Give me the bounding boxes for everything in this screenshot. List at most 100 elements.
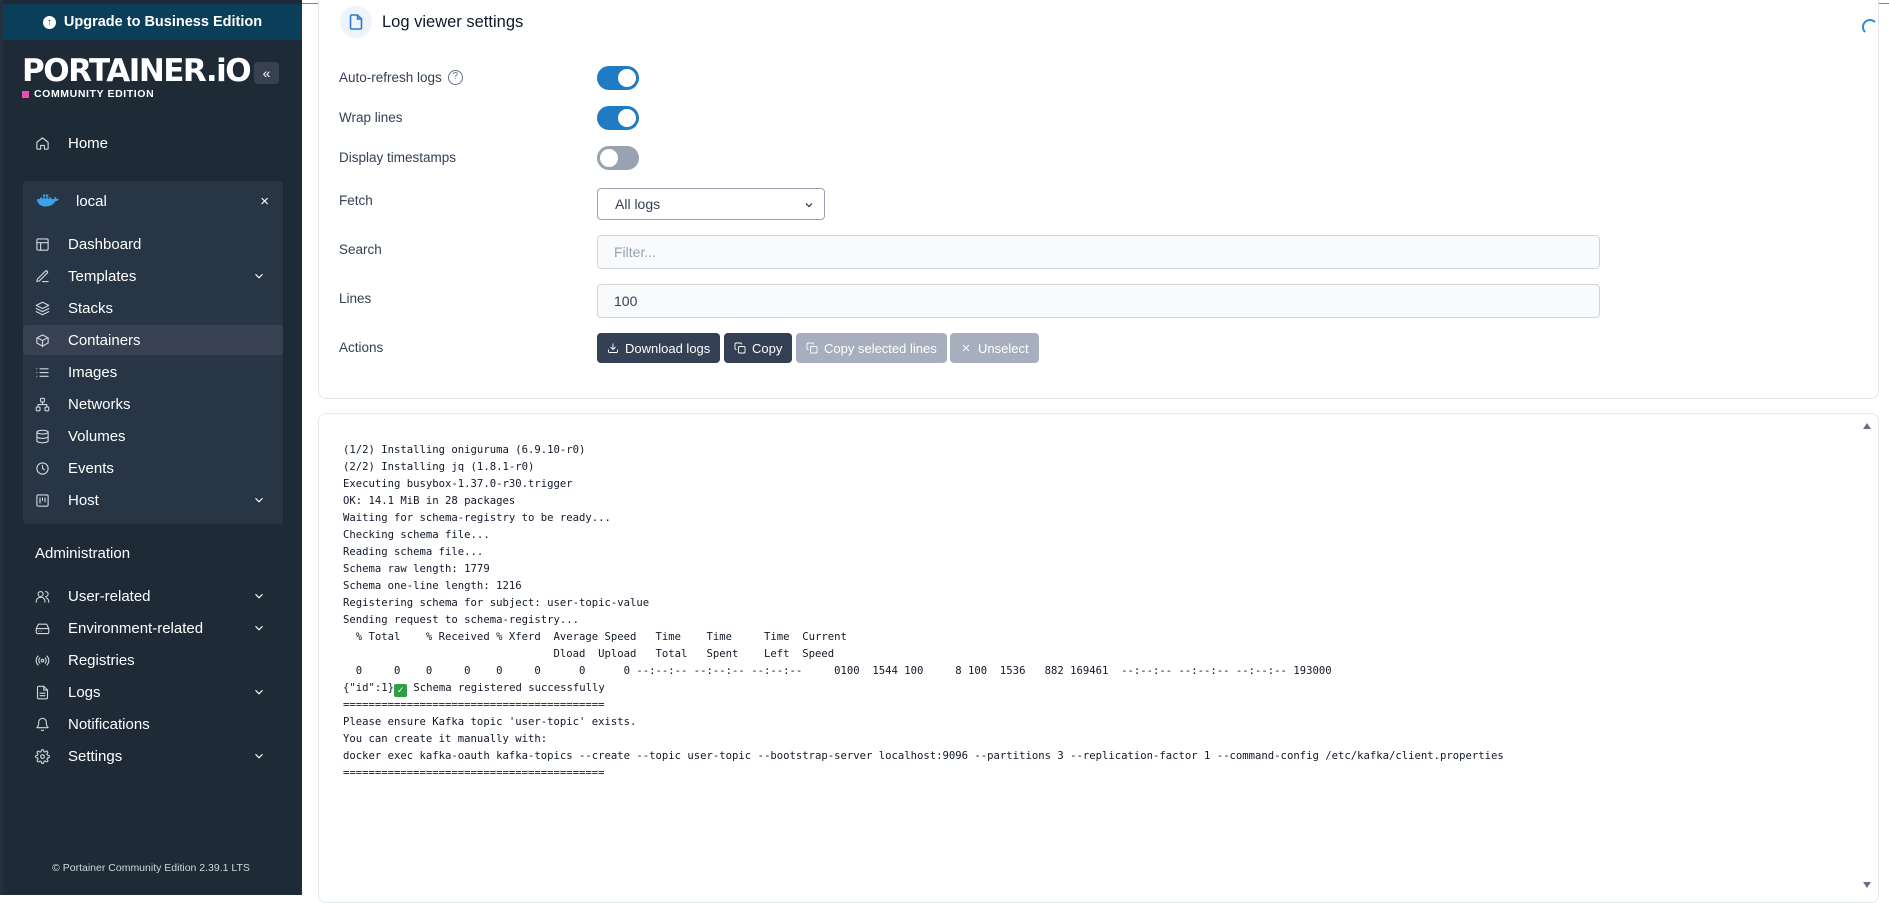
copy-selected-lines-button[interactable]: Copy selected lines (796, 333, 947, 363)
log-line[interactable]: Please ensure Kafka topic 'user-topic' e… (343, 714, 1504, 731)
sidebar-item-dashboard[interactable]: Dashboard (23, 229, 283, 259)
wrap-lines-toggle[interactable] (597, 106, 639, 130)
copy-icon (734, 342, 746, 354)
file-text-icon (33, 683, 51, 701)
upgrade-label: Upgrade to Business Edition (63, 14, 263, 30)
display-timestamps-label: Display timestamps (339, 150, 457, 165)
file-icon (340, 6, 372, 38)
log-line[interactable]: Waiting for schema-registry to be ready.… (343, 510, 1504, 527)
portainer-logo[interactable]: PORTAINER.iO COMMUNITY EDITION (22, 53, 252, 100)
gear-icon (33, 747, 51, 765)
log-line[interactable]: % Total % Received % Xferd Average Speed… (343, 629, 1504, 646)
log-lines: (1/2) Installing oniguruma (6.9.10-r0) (… (343, 442, 1504, 782)
sidebar-item-label: Host (68, 491, 99, 509)
log-line[interactable]: ========================================… (343, 765, 1504, 782)
log-line[interactable]: 0 0 0 0 0 0 0 0 --:--:-- --:--:-- --:--:… (343, 663, 1504, 680)
log-line[interactable]: Dload Upload Total Spent Left Speed (343, 646, 1504, 663)
log-line[interactable]: Schema one-line length: 1216 (343, 578, 1504, 595)
sidebar-item-notifications[interactable]: Notifications (23, 709, 283, 739)
log-line[interactable]: (2/2) Installing jq (1.8.1-r0) (343, 459, 1504, 476)
log-line[interactable]: You can create it manually with: (343, 731, 1504, 748)
log-line[interactable]: OK: 14.1 MiB in 28 packages (343, 493, 1504, 510)
users-icon (33, 587, 51, 605)
log-line[interactable]: Sending request to schema-registry... (343, 612, 1504, 629)
log-line[interactable]: Registering schema for subject: user-top… (343, 595, 1504, 612)
sidebar-item-label: Volumes (68, 427, 126, 445)
copy-button[interactable]: Copy (724, 333, 793, 363)
success-text: Schema registered successfully (407, 682, 605, 694)
button-label: Copy selected lines (824, 340, 937, 356)
sidebar-item-events[interactable]: Events (23, 453, 283, 483)
chevron-down-icon (803, 198, 815, 214)
fetch-select[interactable]: All logs (597, 188, 825, 220)
auto-refresh-label-text: Auto-refresh logs (339, 70, 442, 85)
auto-refresh-toggle[interactable] (597, 66, 639, 90)
log-line[interactable]: Executing busybox-1.37.0-r30.trigger (343, 476, 1504, 493)
sidebar-item-label: Logs (68, 683, 101, 701)
log-line-success[interactable]: {"id":1} ✓ Schema registered successfully (343, 680, 1504, 697)
fetch-selected-value: All logs (615, 196, 661, 212)
sidebar-item-logs[interactable]: Logs (23, 677, 283, 707)
arrow-up-circle-icon: ↑ (42, 15, 56, 29)
sidebar-item-containers[interactable]: Containers (23, 325, 283, 355)
button-label: Unselect (978, 340, 1029, 356)
log-line[interactable]: Reading schema file... (343, 544, 1504, 561)
sidebar-item-networks[interactable]: Networks (23, 389, 283, 419)
sidebar-item-label: Registries (68, 651, 135, 669)
search-input[interactable]: Filter... (597, 235, 1600, 269)
lines-input[interactable]: 100 (597, 284, 1600, 318)
edit-icon (33, 267, 51, 285)
upgrade-button[interactable]: ↑ Upgrade to Business Edition (3, 4, 302, 40)
database-icon (33, 427, 51, 445)
log-line[interactable]: Checking schema file... (343, 527, 1504, 544)
chevron-down-icon[interactable] (252, 749, 266, 767)
close-icon (962, 344, 970, 352)
sidebar-item-host[interactable]: Host (23, 485, 283, 515)
log-line[interactable]: ========================================… (343, 697, 1504, 714)
hard-drive-icon (33, 619, 51, 637)
chevron-down-icon[interactable] (252, 621, 266, 639)
sidebar-item-registries[interactable]: Registries (23, 645, 283, 675)
sidebar-item-label: Networks (68, 395, 131, 413)
help-icon[interactable]: ? (447, 70, 463, 85)
home-icon (33, 134, 51, 152)
unselect-button[interactable]: Unselect (950, 333, 1039, 363)
sidebar-item-user-related[interactable]: User-related (23, 581, 283, 611)
sidebar-item-home[interactable]: Home (23, 128, 283, 158)
scroll-up-arrow-icon[interactable] (1863, 423, 1871, 429)
sidebar-item-label: Stacks (68, 299, 114, 317)
brand-wordmark: PORTAINER.iO (22, 53, 252, 89)
log-line[interactable]: (1/2) Installing oniguruma (6.9.10-r0) (343, 442, 1504, 459)
download-logs-button[interactable]: Download logs (597, 333, 721, 363)
scroll-down-arrow-icon[interactable] (1863, 882, 1871, 888)
sidebar-item-stacks[interactable]: Stacks (23, 293, 283, 323)
card-title-text: Log viewer settings (382, 12, 524, 31)
chevron-down-icon[interactable] (252, 269, 266, 287)
sidebar-item-label: Environment-related (68, 619, 204, 637)
radio-icon (33, 651, 51, 669)
chevron-down-icon[interactable] (252, 685, 266, 703)
chevron-down-icon[interactable] (252, 589, 266, 607)
download-icon (608, 343, 618, 353)
display-timestamps-toggle[interactable] (597, 146, 639, 170)
collapse-sidebar-button[interactable]: « (254, 62, 279, 84)
sidebar-item-templates[interactable]: Templates (23, 261, 283, 291)
wrap-lines-label: Wrap lines (339, 110, 403, 125)
sidebar-item-settings[interactable]: Settings (23, 741, 283, 771)
chevron-down-icon[interactable] (252, 493, 266, 511)
sidebar-item-images[interactable]: Images (23, 357, 283, 387)
log-line[interactable]: Schema raw length: 1779 (343, 561, 1504, 578)
log-viewer-settings-card (318, 0, 1879, 399)
button-label: Download logs (625, 340, 711, 356)
environment-header[interactable]: local × (23, 186, 283, 216)
close-environment-icon[interactable]: × (260, 193, 269, 210)
administration-heading: Administration (35, 545, 131, 562)
clock-icon (33, 459, 51, 477)
sidebar-item-label: Notifications (68, 715, 150, 733)
toggle-knob (600, 149, 618, 167)
box-icon (33, 331, 51, 349)
sidebar-item-volumes[interactable]: Volumes (23, 421, 283, 451)
fetch-label: Fetch (339, 193, 373, 208)
log-line[interactable]: docker exec kafka-oauth kafka-topics --c… (343, 748, 1504, 765)
sidebar-item-environment-related[interactable]: Environment-related (23, 613, 283, 643)
